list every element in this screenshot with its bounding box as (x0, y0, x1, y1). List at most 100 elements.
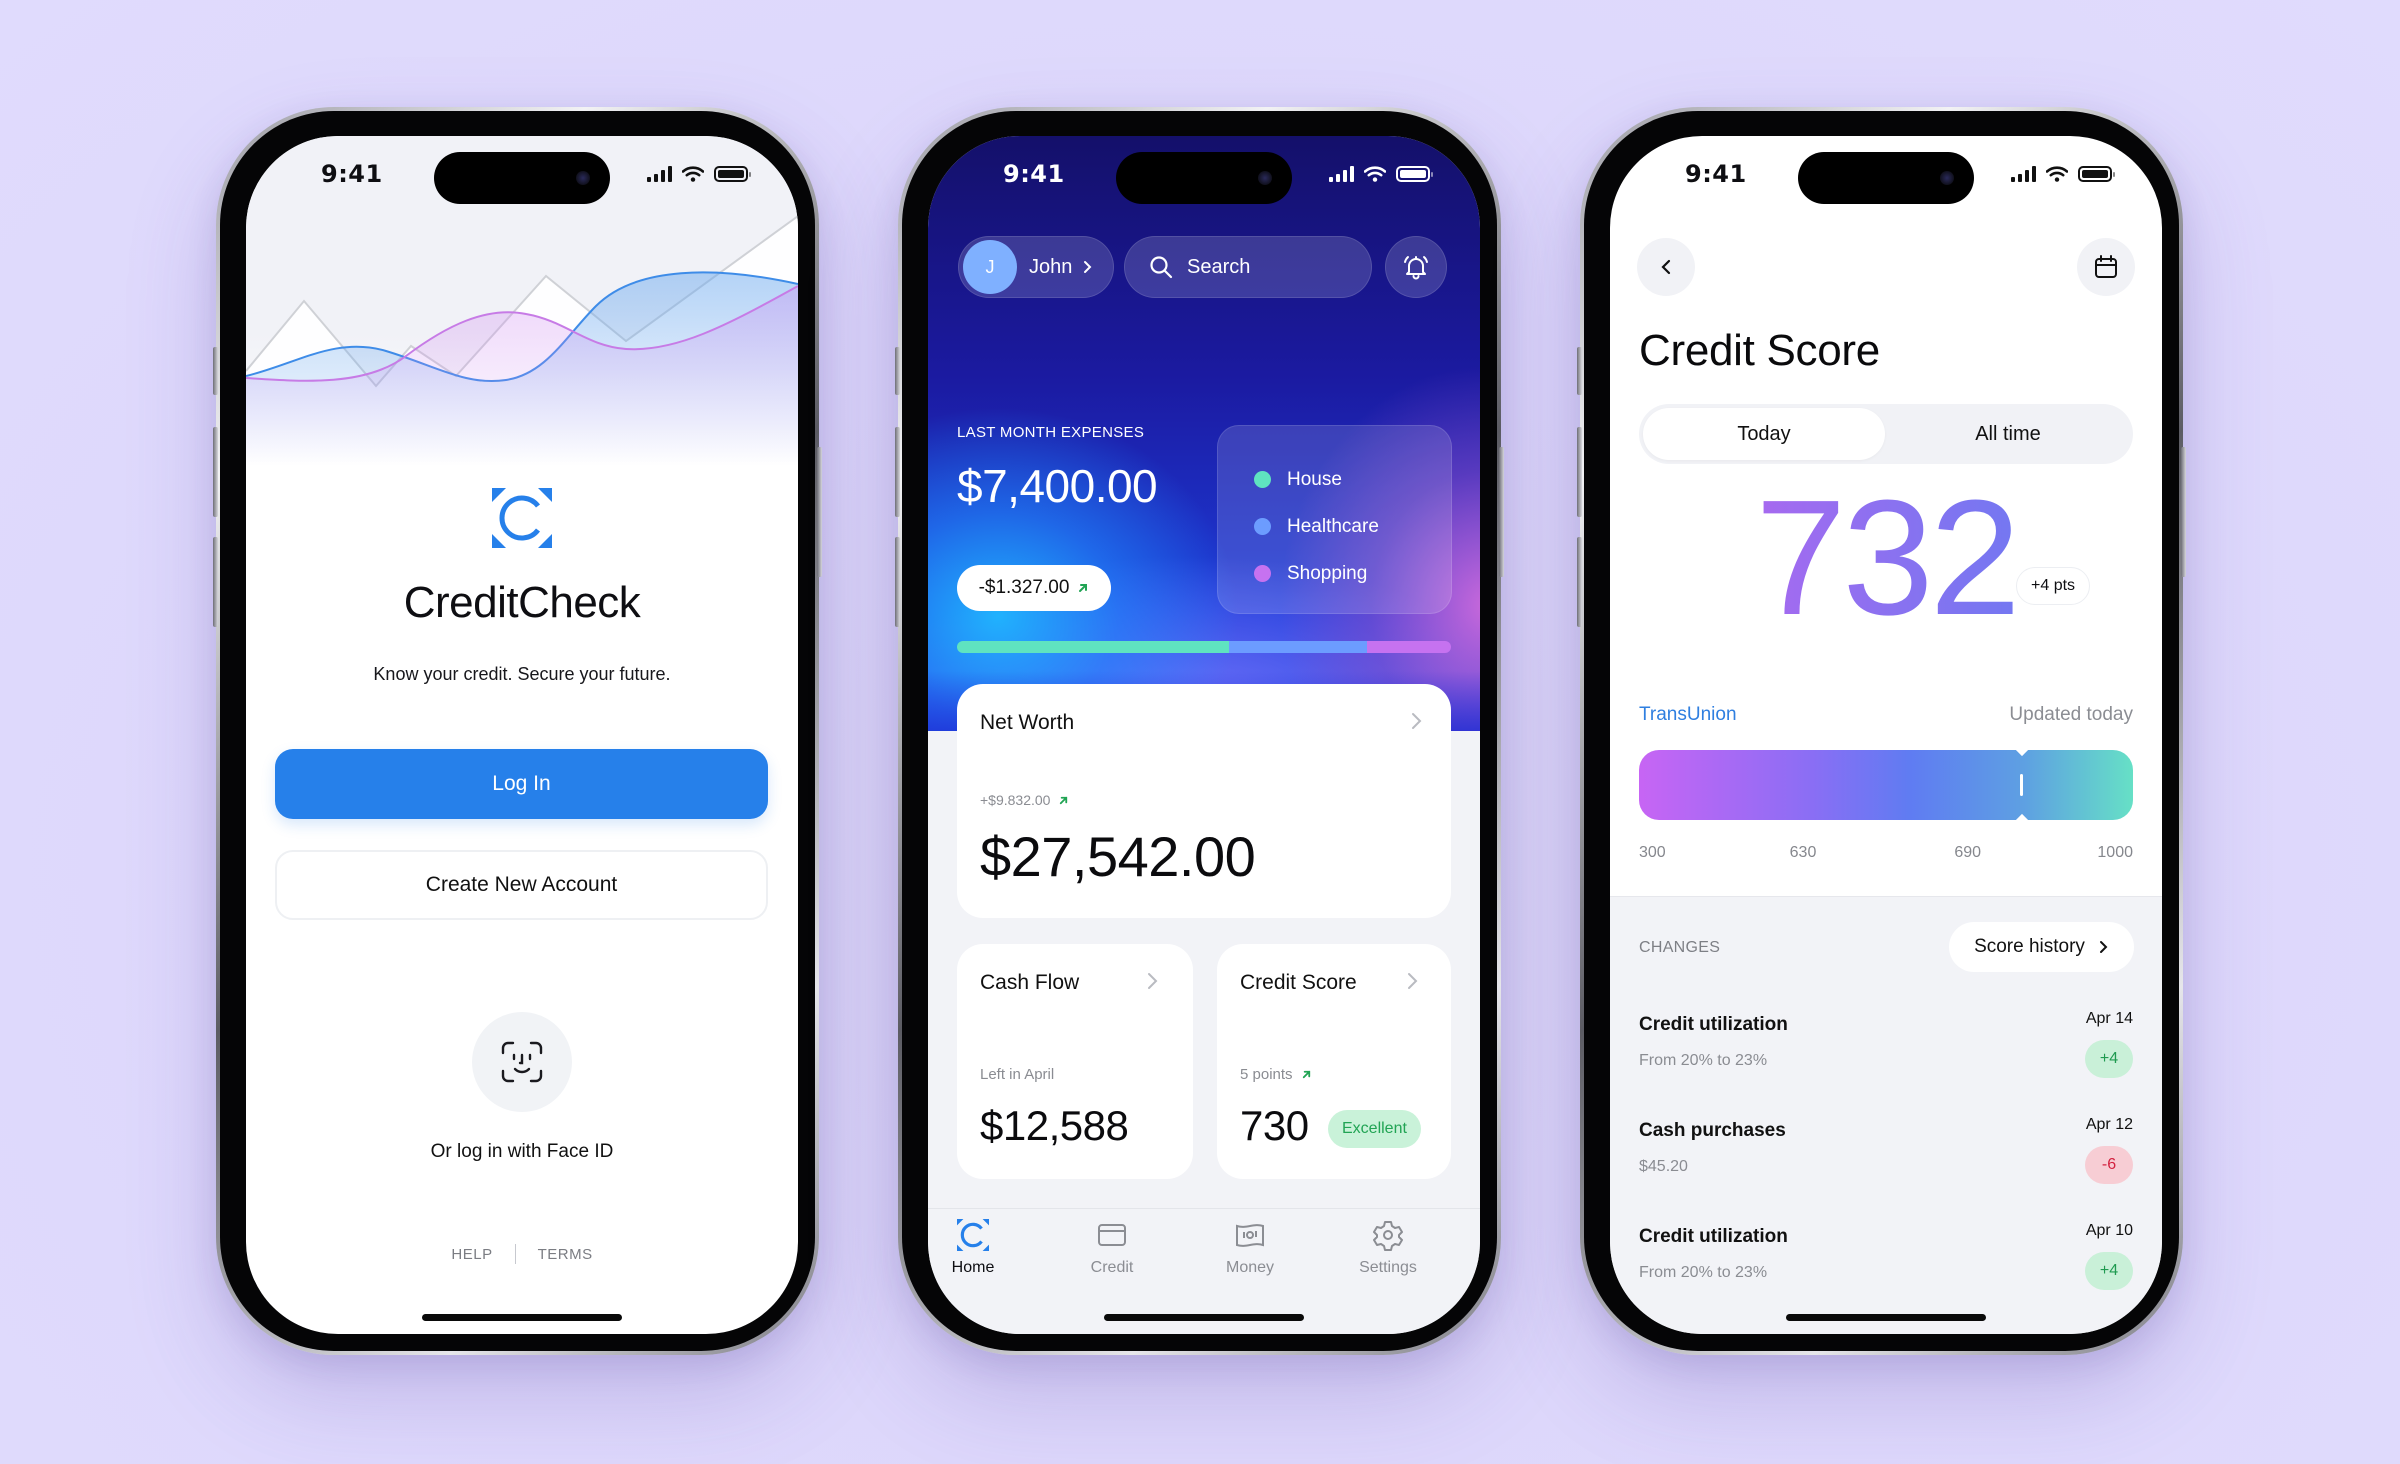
status-time: 9:41 (1685, 160, 1747, 188)
change-row[interactable]: Cash purchases $45.20 Apr 12 -6 (1639, 1116, 2133, 1210)
tab-label: Credit (1090, 1259, 1134, 1276)
change-title: Credit utilization (1639, 1226, 1788, 1247)
period-segmented-control: Today All time (1639, 404, 2133, 464)
expenses-label: LAST MONTH EXPENSES (957, 424, 1145, 441)
app-title: CreditCheck (403, 578, 641, 627)
volume-up-button (213, 427, 218, 517)
legend-dot (1254, 471, 1271, 488)
net-worth-card[interactable]: Net Worth +$9.832.00 $27,542.00 (957, 684, 1451, 918)
phone-credit-score: 9:41 Credit Score Today All time 732 +4 … (1577, 107, 2186, 1355)
net-worth-change: +$9.832.00 (980, 792, 1051, 808)
arrow-up-right-icon (1079, 584, 1088, 592)
signal-icon (2011, 166, 2036, 182)
segment-today[interactable]: Today (1643, 408, 1885, 460)
segment-all-time[interactable]: All time (1887, 408, 2129, 460)
back-button[interactable] (1637, 238, 1695, 296)
tick-label: 690 (1954, 844, 1982, 861)
changes-label: CHANGES (1639, 939, 1721, 956)
credit-score-title: Credit Score (1240, 971, 1357, 994)
signal-icon (1329, 166, 1354, 182)
wifi-icon (682, 166, 704, 182)
legend-item-healthcare: Healthcare (1254, 503, 1451, 550)
cash-flow-card[interactable]: Cash Flow Left in April $12,588 (957, 944, 1193, 1179)
home-indicator (1104, 1314, 1304, 1321)
signal-icon (647, 166, 672, 182)
create-account-button[interactable]: Create New Account (275, 850, 768, 920)
calendar-button[interactable] (2077, 238, 2135, 296)
rating-badge: Excellent (1328, 1110, 1421, 1148)
change-title: Credit utilization (1639, 1014, 1788, 1035)
volume-down-button (895, 537, 900, 627)
home-indicator (1786, 1314, 1986, 1321)
legend-label: Shopping (1287, 562, 1368, 584)
arrow-up-right-icon (1302, 1070, 1310, 1079)
search-icon (1150, 256, 1173, 279)
tagline: Know your credit. Secure your future. (373, 664, 671, 684)
tab-home[interactable]: Home (928, 1219, 1033, 1277)
volume-down-button (1577, 537, 1582, 627)
phone-dashboard: 9:41 J John Search LAST MONTH EXPENSES $… (895, 107, 1504, 1355)
change-delta-badge: -6 (2085, 1146, 2133, 1184)
power-button (1499, 447, 1504, 577)
notifications-button[interactable] (1385, 236, 1447, 298)
credit-score-value: 730 (1240, 1102, 1309, 1149)
search-input[interactable]: Search (1124, 236, 1372, 298)
tab-money[interactable]: Money (1190, 1219, 1310, 1277)
volume-down-button (213, 537, 218, 627)
tab-credit[interactable]: Credit (1052, 1219, 1172, 1277)
bar-segment-healthcare (1228, 641, 1367, 653)
chevron-right-icon (1412, 713, 1422, 729)
action-button (1577, 347, 1582, 395)
banknote-icon (1236, 1224, 1264, 1247)
wifi-icon (2046, 166, 2068, 182)
face-id-button[interactable] (472, 1012, 572, 1112)
login-screen: 9:41 CreditCheck Know your credit. Secur… (246, 136, 798, 1334)
legend-item-house: House (1254, 456, 1451, 503)
updated-label: Updated today (2009, 704, 2133, 725)
dynamic-island (1798, 152, 1974, 204)
arrow-up-right-icon (1060, 796, 1068, 804)
score-history-button[interactable]: Score history (1949, 922, 2134, 972)
change-detail: From 20% to 23% (1639, 1052, 1768, 1069)
change-detail: $45.20 (1639, 1158, 1688, 1175)
cash-flow-value: $12,588 (980, 1102, 1129, 1149)
score-scale-ticks: 300 630 690 1000 (1639, 844, 2133, 868)
volume-up-button (1577, 427, 1582, 517)
dynamic-island (434, 152, 610, 204)
change-date: Apr 14 (2085, 1010, 2133, 1027)
power-button (2181, 447, 2186, 577)
credit-score-value: 732 (1610, 476, 2162, 640)
phone-login: 9:41 CreditCheck Know your credit. Secur… (213, 107, 822, 1355)
help-link[interactable]: HELP (451, 1246, 492, 1263)
chevron-right-icon (1148, 973, 1158, 989)
score-change-badge: +4 pts (2016, 567, 2091, 605)
change-delta-badge: +4 (2085, 1040, 2133, 1078)
change-row[interactable]: Credit utilization From 20% to 23% Apr 1… (1639, 1010, 2133, 1104)
calendar-icon (2095, 255, 2117, 278)
change-title: Cash purchases (1639, 1120, 1786, 1141)
login-button[interactable]: Log In (275, 749, 768, 819)
dashboard-screen: 9:41 J John Search LAST MONTH EXPENSES $… (928, 136, 1480, 1334)
marker-notch-bottom (2014, 813, 2029, 829)
chevron-right-icon (1084, 261, 1092, 273)
battery-icon (1396, 166, 1433, 182)
tab-settings[interactable]: Settings (1328, 1219, 1448, 1277)
bar-segment-shopping (1367, 641, 1451, 653)
bureau-link[interactable]: TransUnion (1639, 704, 1737, 726)
tab-label: Home (951, 1259, 995, 1276)
avatar: J (963, 240, 1017, 294)
credit-score-card[interactable]: Credit Score 5 points 730 Excellent (1217, 944, 1451, 1179)
legend-dot (1254, 565, 1271, 582)
page-title: Credit Score (1639, 326, 1880, 375)
change-row[interactable]: Credit utilization From 20% to 23% Apr 1… (1639, 1222, 2133, 1316)
terms-link[interactable]: TERMS (538, 1246, 593, 1263)
chevron-left-icon (1661, 259, 1671, 275)
change-delta-badge: +4 (2085, 1252, 2133, 1290)
wifi-icon (1364, 166, 1386, 182)
score-history-label: Score history (1974, 936, 2085, 957)
divider (514, 1244, 516, 1264)
legend-label: Healthcare (1287, 515, 1379, 537)
cash-flow-sublabel: Left in April (980, 1066, 1055, 1083)
profile-button[interactable]: J John (958, 236, 1114, 298)
net-worth-value: $27,542.00 (980, 825, 1256, 888)
